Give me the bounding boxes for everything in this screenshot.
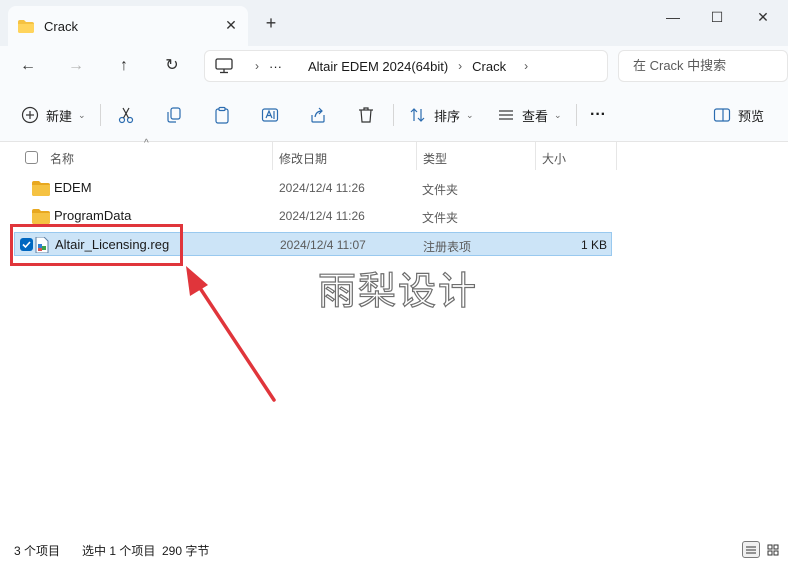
trash-icon xyxy=(356,105,376,125)
sort-button-label: 排序 xyxy=(434,108,461,124)
tab-title: Crack xyxy=(44,18,78,34)
minimize-button[interactable]: — xyxy=(664,8,682,26)
file-name: EDEM xyxy=(54,180,92,195)
file-date: 2024/12/4 11:07 xyxy=(280,238,366,252)
tiles-view-icon xyxy=(767,544,779,555)
column-divider[interactable] xyxy=(416,142,417,170)
view-button-label: 查看 xyxy=(522,108,549,124)
file-type: 注册表项 xyxy=(423,240,472,254)
chevron-right-icon: › xyxy=(255,59,259,73)
annotation-highlight-box xyxy=(10,224,183,266)
computer-icon xyxy=(215,58,233,74)
item-count: 3 个项目 xyxy=(14,544,61,558)
copy-icon xyxy=(164,105,184,125)
breadcrumb-item-crack[interactable]: Crack xyxy=(472,59,506,74)
preview-button[interactable]: 预览 xyxy=(712,104,764,126)
select-all-checkbox[interactable] xyxy=(25,151,38,164)
rename-icon xyxy=(260,105,280,125)
chevron-down-icon: ⌄ xyxy=(554,109,562,120)
address-bar[interactable]: › ··· Altair EDEM 2024(64bit) › Crack › xyxy=(204,50,608,82)
scissors-icon xyxy=(116,105,136,125)
column-header: 名称 修改日期 类型 大小 xyxy=(0,142,788,172)
folder-icon xyxy=(32,181,50,196)
file-type: 文件夹 xyxy=(422,211,459,225)
divider xyxy=(393,104,394,126)
sort-ascending-icon: ^ xyxy=(144,138,149,149)
folder-icon xyxy=(32,209,50,224)
share-icon xyxy=(308,105,328,125)
share-button[interactable] xyxy=(308,104,328,126)
tab-close-icon[interactable]: ✕ xyxy=(224,18,238,32)
cut-button[interactable] xyxy=(116,104,136,126)
column-divider[interactable] xyxy=(616,142,617,170)
maximize-button[interactable]: ☐ xyxy=(708,8,726,26)
new-button-label: 新建 xyxy=(46,108,73,124)
plus-circle-icon xyxy=(20,105,40,125)
back-button[interactable]: ← xyxy=(16,54,40,78)
selection-info: 选中 1 个项目 290 字节 xyxy=(82,544,210,558)
search-input[interactable]: 在 Crack 中搜索 xyxy=(618,50,788,82)
details-view-icon xyxy=(746,546,756,553)
status-bar: 3 个项目 选中 1 个项目 290 字节 xyxy=(0,538,788,562)
refresh-button[interactable]: ↻ xyxy=(160,54,184,78)
delete-button[interactable] xyxy=(356,104,376,126)
column-divider[interactable] xyxy=(272,142,273,170)
tab-crack[interactable]: Crack ✕ xyxy=(8,6,248,46)
sort-button[interactable]: 排序 ⌄ xyxy=(408,104,474,126)
view-button[interactable]: 查看 ⌄ xyxy=(496,104,562,126)
breadcrumb-item-edem[interactable]: Altair EDEM 2024(64bit) xyxy=(308,59,448,74)
more-options-button[interactable]: ··· xyxy=(590,104,606,126)
command-bar: 新建 ⌄ 排序 ⌄ 查看 ⌄ ··· 预览 xyxy=(0,86,788,142)
copy-button[interactable] xyxy=(164,104,184,126)
column-header-type[interactable]: 类型 xyxy=(423,150,447,167)
chevron-down-icon: ⌄ xyxy=(78,109,86,120)
column-header-size[interactable]: 大小 xyxy=(542,150,566,167)
breadcrumb-overflow[interactable]: ··· xyxy=(269,59,282,74)
column-divider[interactable] xyxy=(535,142,536,170)
preview-button-label: 预览 xyxy=(738,108,765,124)
sort-icon xyxy=(408,105,428,125)
navigation-bar: ← → ↑ ↻ › ··· Altair EDEM 2024(64bit) › … xyxy=(0,46,788,86)
divider xyxy=(576,104,577,126)
details-view-button[interactable] xyxy=(742,541,760,558)
paste-button[interactable] xyxy=(212,104,232,126)
clipboard-icon xyxy=(212,105,232,125)
up-button[interactable]: ↑ xyxy=(112,54,136,78)
column-header-date[interactable]: 修改日期 xyxy=(279,150,327,167)
close-button[interactable]: ✕ xyxy=(754,8,772,26)
file-name: ProgramData xyxy=(54,208,132,223)
chevron-right-icon: › xyxy=(458,59,463,73)
file-type: 文件夹 xyxy=(422,183,459,197)
view-list-icon xyxy=(496,105,516,125)
preview-pane-icon xyxy=(712,105,732,125)
title-bar: Crack ✕ + — ☐ ✕ xyxy=(0,0,788,46)
new-tab-button[interactable]: + xyxy=(262,14,280,32)
file-date: 2024/12/4 11:26 xyxy=(279,181,365,195)
forward-button[interactable]: → xyxy=(64,54,88,78)
watermark-text: 雨梨设计 xyxy=(317,268,479,313)
rename-button[interactable] xyxy=(260,104,280,126)
folder-icon xyxy=(18,19,34,33)
column-header-name[interactable]: 名称 xyxy=(50,150,74,167)
chevron-right-icon: › xyxy=(524,59,529,73)
new-button[interactable]: 新建 ⌄ xyxy=(20,104,86,126)
file-date: 2024/12/4 11:26 xyxy=(279,209,365,223)
file-row-edem[interactable]: EDEM 2024/12/4 11:26 文件夹 xyxy=(14,176,612,200)
chevron-down-icon: ⌄ xyxy=(466,109,474,120)
file-size: 1 KB xyxy=(580,238,607,252)
divider xyxy=(100,104,101,126)
tiles-view-button[interactable] xyxy=(764,541,782,558)
